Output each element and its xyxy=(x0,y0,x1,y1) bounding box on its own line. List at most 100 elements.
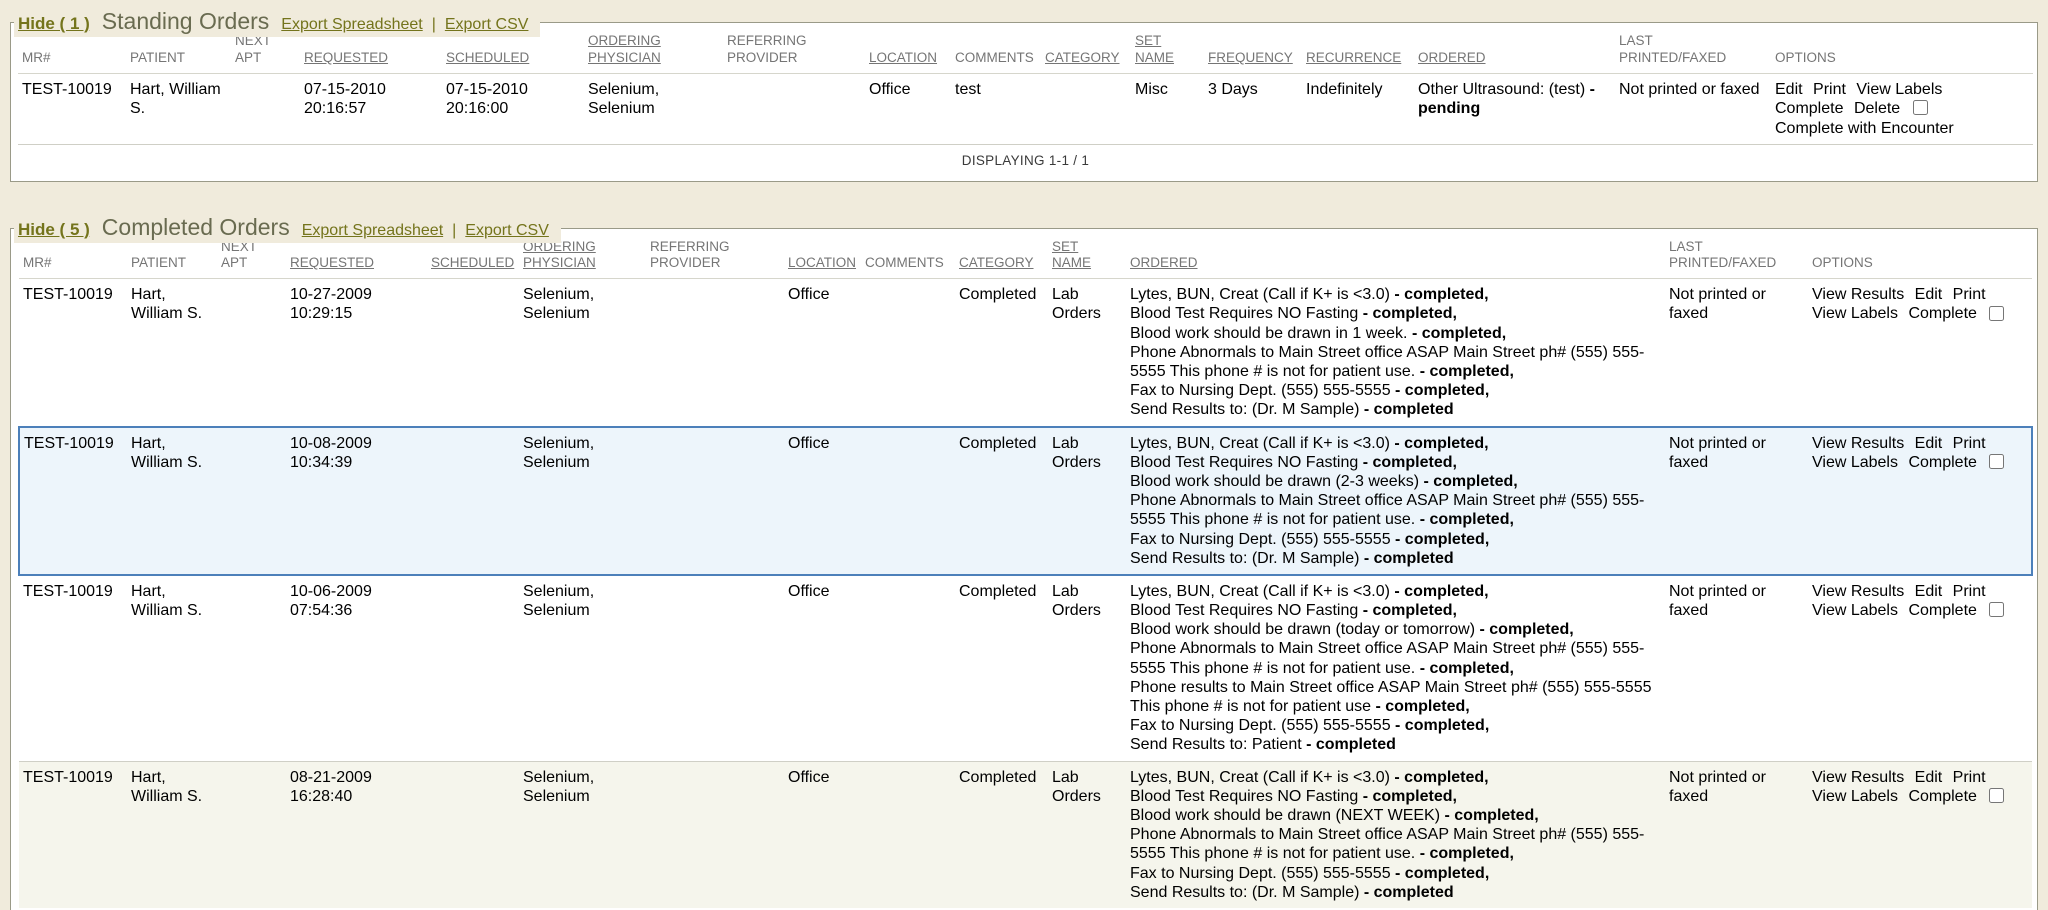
col-category[interactable]: CATEGORY xyxy=(955,233,1048,279)
paging-status: DISPLAYING 1-1 / 1 xyxy=(18,145,2033,175)
ordered-item: Blood work should be drawn in 1 week. - … xyxy=(1130,324,1657,343)
cell-referring-provider xyxy=(646,279,784,427)
cell-last-printed-faxed: Not printed or faxed xyxy=(1665,279,1808,427)
ordered-item-status: - completed, xyxy=(1412,325,1506,342)
print-link[interactable]: Print xyxy=(1953,769,1986,786)
edit-link[interactable]: Edit xyxy=(1775,81,1803,98)
cell-ordering-physician: Selenium, Selenium xyxy=(519,761,646,908)
print-link[interactable]: Print xyxy=(1813,81,1846,98)
ordered-item-status: - completed, xyxy=(1363,788,1457,805)
ordered-item-text: Lytes, BUN, Creat (Call if K+ is <3.0) xyxy=(1130,583,1394,600)
cell-requested: 10-27-2009 10:29:15 xyxy=(286,279,427,427)
col-location[interactable]: LOCATION xyxy=(784,233,861,279)
complete-link[interactable]: Complete xyxy=(1908,602,1976,619)
cell-referring-provider xyxy=(646,427,784,575)
paging-row: DISPLAYING 1-1 / 1 xyxy=(18,145,2033,175)
ordered-item-text: Lytes, BUN, Creat (Call if K+ is <3.0) xyxy=(1130,435,1394,452)
cell-set-name: Lab Orders xyxy=(1048,427,1126,575)
cell-category: Completed xyxy=(955,279,1048,427)
col-last-printed-faxed: LAST PRINTED/FAXED xyxy=(1665,233,1808,279)
row-checkbox[interactable] xyxy=(1913,100,1928,115)
view-results-link[interactable]: View Results xyxy=(1812,769,1904,786)
view-labels-link[interactable]: View Labels xyxy=(1812,305,1898,322)
edit-link[interactable]: Edit xyxy=(1915,286,1943,303)
cell-last-printed-faxed: Not printed or faxed xyxy=(1615,73,1771,145)
ordered-item-status: - completed, xyxy=(1420,660,1514,677)
ordered-item: Blood work should be drawn (today or tom… xyxy=(1130,620,1657,639)
col-ordered[interactable]: ORDERED xyxy=(1414,27,1615,73)
export-spreadsheet-link[interactable]: Export Spreadsheet xyxy=(302,222,443,240)
completed-orders-table-wrap: MR#PATIENTNEXT APTREQUESTEDSCHEDULEDORDE… xyxy=(18,233,2030,908)
view-labels-link[interactable]: View Labels xyxy=(1856,81,1942,98)
row-checkbox[interactable] xyxy=(1989,602,2004,617)
ordered-item-text: Fax to Nursing Dept. (555) 555-5555 xyxy=(1130,865,1395,882)
table-row: TEST-10019Hart, William S.10-08-2009 10:… xyxy=(19,427,2032,575)
col-referring-provider: REFERRING PROVIDER xyxy=(723,27,865,73)
cell-patient: Hart, William S. xyxy=(127,279,217,427)
export-csv-link[interactable]: Export CSV xyxy=(445,16,529,34)
ordered-item-text: Phone Abnormals to Main Street office AS… xyxy=(1130,492,1644,528)
row-checkbox[interactable] xyxy=(1989,454,2004,469)
view-labels-link[interactable]: View Labels xyxy=(1812,788,1898,805)
complete-with-encounter-link[interactable]: Complete with Encounter xyxy=(1775,119,2025,138)
export-csv-link[interactable]: Export CSV xyxy=(465,222,549,240)
standing-orders-table-wrap: MR#PATIENTNEXT APTREQUESTEDSCHEDULEDORDE… xyxy=(18,27,2030,175)
edit-link[interactable]: Edit xyxy=(1915,435,1943,452)
cell-category: Completed xyxy=(955,761,1048,908)
cell-mr: TEST-10019 xyxy=(19,279,127,427)
cell-location: Office xyxy=(784,575,861,761)
col-referring-provider: REFERRING PROVIDER xyxy=(646,233,784,279)
col-ordered[interactable]: ORDERED xyxy=(1126,233,1665,279)
print-link[interactable]: Print xyxy=(1953,583,1986,600)
col-frequency[interactable]: FREQUENCY xyxy=(1204,27,1302,73)
col-location[interactable]: LOCATION xyxy=(865,27,951,73)
cell-comments xyxy=(861,761,955,908)
complete-link[interactable]: Complete xyxy=(1908,305,1976,322)
ordered-item: Send Results to: (Dr. M Sample) - comple… xyxy=(1130,400,1657,419)
print-link[interactable]: Print xyxy=(1953,286,1986,303)
delete-link[interactable]: Delete xyxy=(1854,100,1900,117)
hide-standing-link[interactable]: Hide ( 1 ) xyxy=(18,14,90,34)
ordered-item-status: - completed, xyxy=(1423,473,1517,490)
export-spreadsheet-link[interactable]: Export Spreadsheet xyxy=(281,16,422,34)
col-set-name[interactable]: SET NAME xyxy=(1131,27,1204,73)
cell-options: View Results Edit Print View Labels Comp… xyxy=(1808,761,2032,908)
ordered-item-status: - completed, xyxy=(1420,363,1514,380)
cell-comments: test xyxy=(951,73,1041,145)
view-labels-link[interactable]: View Labels xyxy=(1812,602,1898,619)
cell-patient: Hart, William S. xyxy=(127,575,217,761)
print-link[interactable]: Print xyxy=(1953,435,1986,452)
ordered-item-status: - completed, xyxy=(1395,717,1489,734)
ordered-item-status: - completed, xyxy=(1394,435,1488,452)
col-category[interactable]: CATEGORY xyxy=(1041,27,1131,73)
cell-options: View Results Edit Print View Labels Comp… xyxy=(1808,279,2032,427)
view-results-link[interactable]: View Results xyxy=(1812,286,1904,303)
col-recurrence[interactable]: RECURRENCE xyxy=(1302,27,1414,73)
ordered-item-status: - completed, xyxy=(1420,845,1514,862)
ordered-item-status: - completed, xyxy=(1363,454,1457,471)
edit-link[interactable]: Edit xyxy=(1915,583,1943,600)
ordered-item: Fax to Nursing Dept. (555) 555-5555 - co… xyxy=(1130,716,1657,735)
ordered-item-status: - completed, xyxy=(1420,511,1514,528)
ordered-item: Lytes, BUN, Creat (Call if K+ is <3.0) -… xyxy=(1130,582,1657,601)
complete-link[interactable]: Complete xyxy=(1908,454,1976,471)
ordered-item-text: Send Results to: Patient xyxy=(1130,736,1306,753)
hide-completed-link[interactable]: Hide ( 5 ) xyxy=(18,220,90,240)
complete-link[interactable]: Complete xyxy=(1775,100,1843,117)
ordered-item-text: Fax to Nursing Dept. (555) 555-5555 xyxy=(1130,382,1395,399)
complete-link[interactable]: Complete xyxy=(1908,788,1976,805)
row-checkbox[interactable] xyxy=(1989,788,2004,803)
row-checkbox[interactable] xyxy=(1989,306,2004,321)
view-results-link[interactable]: View Results xyxy=(1812,583,1904,600)
ordered-item: Phone Abnormals to Main Street office AS… xyxy=(1130,343,1657,381)
standing-orders-table: MR#PATIENTNEXT APTREQUESTEDSCHEDULEDORDE… xyxy=(18,27,2033,175)
ordered-item-status: - completed, xyxy=(1480,621,1574,638)
cell-scheduled xyxy=(427,575,519,761)
view-labels-link[interactable]: View Labels xyxy=(1812,454,1898,471)
col-ordering-physician[interactable]: ORDERING PHYSICIAN xyxy=(584,27,723,73)
col-set-name[interactable]: SET NAME xyxy=(1048,233,1126,279)
ordered-item: Send Results to: Patient - completed xyxy=(1130,735,1657,754)
edit-link[interactable]: Edit xyxy=(1915,769,1943,786)
view-results-link[interactable]: View Results xyxy=(1812,435,1904,452)
cell-ordering-physician: Selenium, Selenium xyxy=(519,427,646,575)
